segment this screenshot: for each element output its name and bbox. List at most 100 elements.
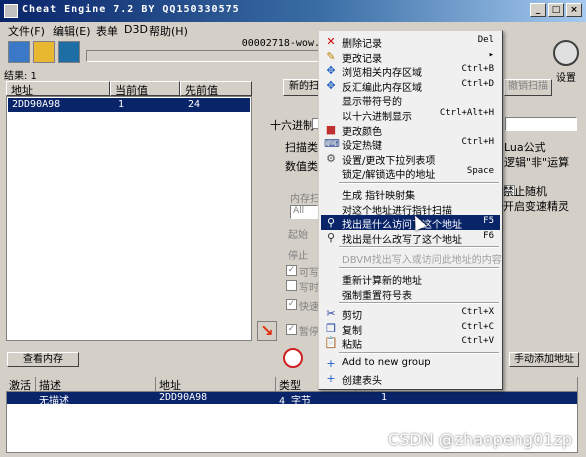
menu-item[interactable]: ⌨ 设定热键 Ctrl+H: [321, 136, 500, 152]
menu-item-shortcut: Ctrl+X: [461, 307, 494, 318]
copy-on-write-label: 写时: [299, 283, 319, 294]
memory-region-select[interactable]: All: [290, 205, 318, 219]
menu-d3d[interactable]: D3D: [124, 23, 148, 36]
settings-label[interactable]: 设置: [556, 69, 576, 84]
pause-checkbox[interactable]: ✓: [286, 324, 297, 335]
find-write-icon: ⚲: [326, 230, 336, 244]
menu-item[interactable]: 显示带符号的: [321, 92, 500, 108]
cheat-value: 1: [381, 392, 388, 403]
menu-separator: [339, 182, 499, 184]
blank-icon: [324, 202, 338, 215]
menu-item-label: 强制重置符号表: [342, 290, 412, 302]
menu-item-label: Add to new group: [342, 357, 431, 368]
lua-formula-label: Lua公式: [504, 141, 546, 154]
menu-item[interactable]: ✎ 更改记录 ▸: [321, 49, 500, 65]
minimize-button[interactable]: _: [530, 3, 546, 17]
menu-item-shortcut: Space: [466, 166, 494, 177]
memory-scan-label: 内存扫: [290, 194, 320, 205]
menu-item-shortcut: Ctrl+H: [461, 137, 494, 148]
process-label: 00002718-wow.: [241, 38, 320, 49]
cheat-row[interactable]: 无描述 2DD90A98 4 字节 1: [7, 392, 577, 407]
menu-item[interactable]: 锁定/解锁选中的地址 Space: [321, 165, 500, 182]
settings-logo-icon[interactable]: [553, 40, 579, 66]
delete-icon: ✕: [326, 35, 336, 48]
menu-file[interactable]: 文件(F): [8, 23, 45, 39]
undo-scan-button[interactable]: 撤销扫描: [504, 79, 552, 96]
cut-icon: ✂: [326, 307, 336, 321]
menu-item[interactable]: ✥ 浏览相关内存区域 Ctrl+B: [321, 63, 500, 79]
blank-icon: [324, 93, 338, 106]
menu-item[interactable]: ⚙ 设置/更改下拉列表项: [321, 151, 500, 167]
menu-item[interactable]: 对这个地址进行指针扫描: [321, 201, 500, 217]
menu-edit[interactable]: 编辑(E): [53, 23, 91, 39]
stop-icon[interactable]: [283, 348, 303, 368]
open-file-icon[interactable]: [33, 41, 55, 63]
found-count: 结果: 1: [4, 71, 37, 82]
menu-item-shortcut: ▸: [488, 49, 494, 60]
menu-item[interactable]: 强制重置符号表: [321, 286, 500, 302]
menu-item-label: 锁定/解锁选中的地址: [342, 170, 436, 182]
col-address[interactable]: 地址: [6, 81, 110, 97]
menu-item[interactable]: ✥ 反汇编此内存区域 Ctrl+D: [321, 78, 500, 94]
watermark: CSDN @zhaopeng01zp: [387, 430, 572, 449]
blank-icon: [324, 287, 338, 300]
menu-item[interactable]: 重新计算新的地址: [321, 271, 500, 287]
blank-icon: [324, 166, 338, 179]
found-list[interactable]: 2DD90A98 1 24: [6, 96, 252, 341]
menu-table[interactable]: 表单: [96, 23, 118, 39]
menu-separator: [339, 267, 499, 269]
color-icon: ■: [325, 122, 337, 136]
menu-item-shortcut: Ctrl+Alt+H: [439, 108, 494, 118]
speedhack-label: 开启变速精灵: [503, 200, 569, 213]
menu-help[interactable]: 帮助(H): [149, 23, 188, 39]
writable-label: 可写: [299, 268, 319, 279]
menu-separator: [339, 246, 499, 249]
hotkey-icon: ⌨: [324, 137, 340, 151]
maximize-button[interactable]: □: [548, 3, 564, 17]
create-header-icon: +: [326, 371, 336, 385]
copy-on-write-checkbox[interactable]: [286, 280, 297, 291]
menu-item[interactable]: + 创建表头: [321, 371, 500, 387]
find-access-icon: ⚲: [326, 216, 336, 230]
menu-item-label: 找出是什么改写了这个地址: [342, 234, 462, 246]
view-memory-button[interactable]: 查看内存: [7, 352, 79, 367]
menu-item[interactable]: 📋 粘贴 Ctrl+V: [321, 335, 500, 352]
close-button[interactable]: ×: [566, 3, 582, 17]
menu-item[interactable]: 以十六进制显示 Ctrl+Alt+H: [321, 107, 500, 123]
value-input[interactable]: [505, 117, 577, 131]
menu-item-shortcut: Ctrl+V: [461, 336, 494, 347]
scan-type-label: 扫描类: [285, 141, 318, 154]
menu-item[interactable]: DBVM找出写入或访问此地址的内容: [321, 250, 502, 267]
add-address-button[interactable]: 手动添加地址: [509, 352, 579, 367]
found-row[interactable]: 2DD90A98 1 24: [8, 98, 250, 112]
dropdown-icon: ⚙: [326, 151, 336, 165]
writable-checkbox[interactable]: ✓: [286, 265, 297, 276]
col-description[interactable]: 描述: [36, 377, 156, 392]
scan-progress-bar: [86, 50, 320, 62]
add-to-list-arrow-icon[interactable]: ↘: [257, 321, 277, 341]
title-bar[interactable]: Cheat Engine 7.2 BY QQ150330575 _ □ ×: [0, 0, 586, 22]
menu-item[interactable]: 生成 指针映射集: [321, 186, 500, 202]
menu-separator: [339, 352, 499, 354]
menu-item[interactable]: ❐ 复制 Ctrl+C: [321, 321, 500, 337]
window-title: Cheat Engine 7.2 BY QQ150330575: [22, 4, 240, 15]
menu-item-shortcut: Ctrl+D: [461, 78, 494, 89]
fast-scan-label: 快速: [299, 302, 319, 313]
menu-item[interactable]: ⚲ 找出是什么改写了这个地址 F6: [321, 230, 500, 246]
menu-item[interactable]: ✕ 删除记录 Del: [321, 34, 500, 50]
open-process-icon[interactable]: [8, 41, 30, 63]
menu-item-label: DBVM找出写入或访问此地址的内容: [342, 255, 502, 267]
menu-item[interactable]: ✂ 剪切 Ctrl+X: [321, 306, 500, 322]
menu-item[interactable]: ■ 更改颜色: [321, 122, 500, 138]
menu-item[interactable]: + Add to new group: [321, 356, 500, 371]
col-active[interactable]: 激活: [6, 377, 36, 392]
menu-item-label: 创建表头: [342, 375, 382, 387]
blank-icon: [324, 272, 338, 285]
col-previous[interactable]: 先前值: [180, 81, 252, 97]
col-current[interactable]: 当前值: [110, 81, 180, 97]
menu-item-label: 粘贴: [342, 340, 362, 352]
save-icon[interactable]: [58, 41, 80, 63]
col-cheat-address[interactable]: 地址: [156, 377, 276, 392]
menu-item-shortcut: Ctrl+C: [461, 321, 494, 332]
fast-scan-checkbox[interactable]: ✓: [286, 299, 297, 310]
